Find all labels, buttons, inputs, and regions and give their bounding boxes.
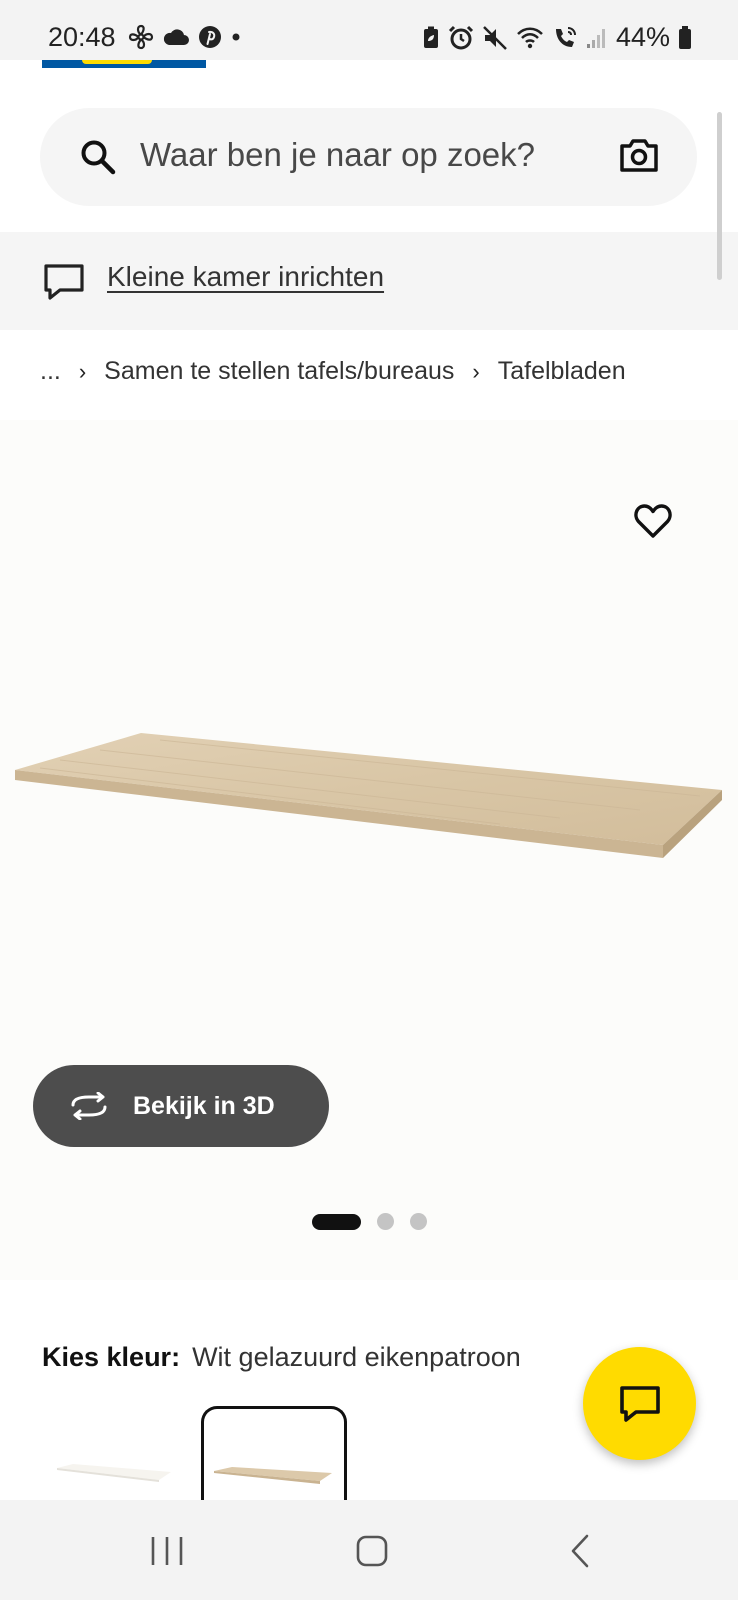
status-right-icons: 44%: [422, 22, 692, 53]
chat-bubble-icon: [44, 264, 84, 300]
battery-icon: [679, 25, 691, 49]
rotate-icon: [71, 1092, 107, 1120]
home-icon[interactable]: [355, 1534, 389, 1568]
view-3d-label[interactable]: Bekijk in 3D: [133, 1092, 275, 1121]
search-input[interactable]: Waar ben je naar op zoek?: [40, 108, 697, 206]
breadcrumb: ... › Samen te stellen tafels/bureaus › …: [40, 357, 626, 386]
wifi-icon: [517, 27, 543, 48]
color-value: Wit gelazuurd eikenpatroon: [192, 1342, 521, 1372]
cloud-icon: [163, 29, 189, 45]
breadcrumb-item-table-tops[interactable]: Tafelbladen: [498, 357, 626, 386]
search-placeholder[interactable]: Waar ben je naar op zoek?: [140, 136, 535, 174]
carousel-dot[interactable]: [377, 1213, 394, 1230]
banner-link[interactable]: Kleine kamer inrichten: [107, 261, 384, 293]
product-photo-tabletop: [15, 733, 722, 858]
search-icon[interactable]: [80, 139, 116, 175]
status-bar: 20:48 44%: [0, 0, 738, 60]
breadcrumb-separator: ›: [472, 358, 480, 384]
camera-icon[interactable]: [619, 137, 659, 173]
recents-icon[interactable]: [150, 1534, 184, 1568]
battery-percentage: 44%: [615, 22, 670, 52]
chat-button[interactable]: [583, 1347, 696, 1460]
heart-icon[interactable]: [634, 503, 672, 539]
breadcrumb-item-tables-desks[interactable]: Samen te stellen tafels/bureaus: [104, 357, 454, 386]
back-icon[interactable]: [568, 1534, 592, 1568]
inspiration-banner[interactable]: Kleine kamer inrichten: [0, 232, 738, 330]
breadcrumb-ellipsis[interactable]: ...: [40, 357, 61, 386]
search-section: Waar ben je naar op zoek?: [0, 68, 738, 232]
color-label: Kies kleur:: [42, 1342, 181, 1372]
battery-saver-icon: [423, 26, 438, 48]
dot-icon: [232, 33, 240, 41]
status-time: 20:48: [48, 22, 116, 52]
chat-icon: [619, 1385, 660, 1422]
breadcrumb-separator: ›: [78, 358, 87, 384]
system-nav-bar: [0, 1500, 738, 1600]
view-3d-button[interactable]: Bekijk in 3D: [33, 1065, 329, 1147]
fan-icon: [128, 24, 154, 50]
wifi-call-icon: [555, 26, 576, 47]
carousel-indicator: [312, 1213, 427, 1230]
brand-logo-accent: [82, 60, 152, 64]
carousel-dot-active[interactable]: [312, 1213, 361, 1230]
signal-icon: [586, 28, 605, 48]
page-scrollbar[interactable]: [717, 112, 722, 280]
carousel-dot[interactable]: [410, 1213, 427, 1230]
pinterest-icon: [199, 26, 221, 48]
alarm-icon: [448, 25, 474, 49]
color-chooser-label: Kies kleur: Wit gelazuurd eikenpatroon: [42, 1342, 521, 1373]
product-image-carousel[interactable]: Bekijk in 3D: [0, 420, 738, 1280]
status-left-icons: [128, 24, 242, 50]
mute-icon: [483, 25, 507, 50]
